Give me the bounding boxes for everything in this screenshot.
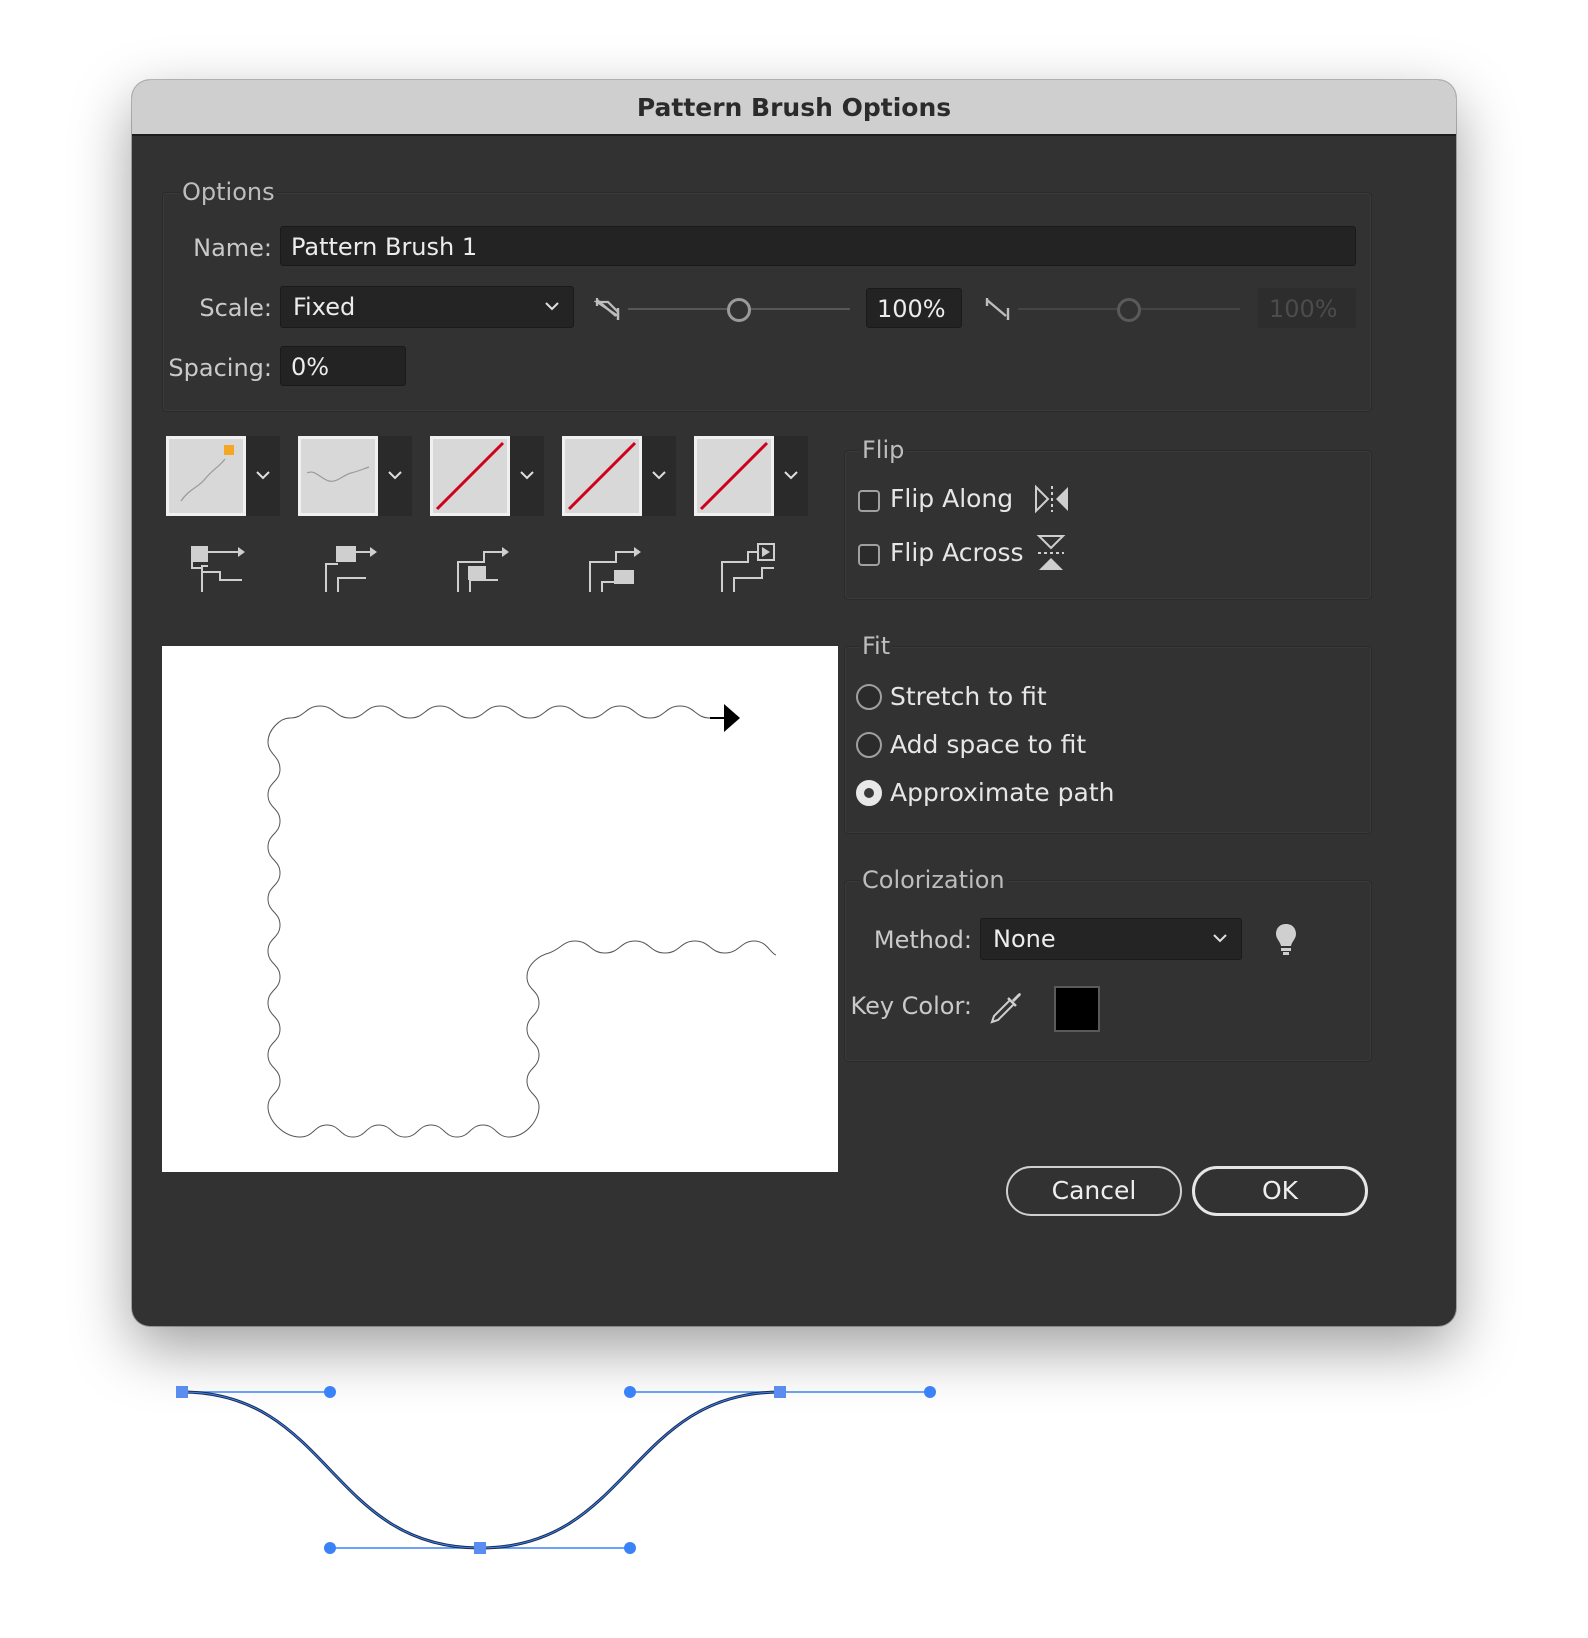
stretch-to-fit-label[interactable]: Stretch to fit: [890, 682, 1047, 711]
add-space-to-fit-label[interactable]: Add space to fit: [890, 730, 1086, 759]
scale-slider-max: [1018, 294, 1240, 324]
spacing-input[interactable]: 0%: [280, 346, 406, 386]
flip-across-checkbox[interactable]: [858, 544, 880, 566]
outer-corner-tile-swatch: [298, 436, 378, 516]
tips-lightbulb-icon[interactable]: [1274, 922, 1298, 956]
flip-along-label[interactable]: Flip Along: [890, 484, 1013, 513]
inner-corner-tile-swatch: [430, 436, 510, 516]
anchor-point[interactable]: [774, 1386, 786, 1398]
outer-corner-tile[interactable]: [298, 436, 412, 516]
control-handle[interactable]: [324, 1386, 336, 1398]
scale-percent-max-input: 100%: [1258, 288, 1356, 328]
name-input[interactable]: Pattern Brush 1: [280, 226, 1356, 266]
side-tile[interactable]: [166, 436, 280, 516]
chevron-down-icon: [652, 471, 666, 480]
flip-group: [844, 450, 1372, 600]
end-tile-icon: [721, 543, 775, 592]
method-select[interactable]: None: [980, 918, 1242, 960]
start-tile[interactable]: [562, 436, 676, 516]
end-tile-swatch: [694, 436, 774, 516]
method-select-value: None: [993, 925, 1056, 953]
wavy-path-preview: [267, 704, 777, 1138]
approximate-path-label[interactable]: Approximate path: [890, 778, 1114, 807]
chevron-down-icon: [520, 471, 534, 480]
title-bar[interactable]: Pattern Brush Options: [132, 80, 1456, 136]
name-label: Name:: [193, 234, 272, 262]
chevron-down-icon: [784, 471, 798, 480]
scale-select-value: Fixed: [293, 293, 356, 321]
ok-button[interactable]: OK: [1192, 1166, 1368, 1216]
control-handle[interactable]: [924, 1386, 936, 1398]
eyedropper-icon[interactable]: [988, 988, 1024, 1026]
control-handle[interactable]: [624, 1386, 636, 1398]
scale-slider[interactable]: [628, 294, 850, 324]
scale-slider-max-handle: [1117, 298, 1141, 322]
stretch-to-fit-radio[interactable]: [856, 684, 882, 710]
side-tile-swatch: [166, 436, 246, 516]
chevron-down-icon: [256, 471, 270, 480]
cancel-button[interactable]: Cancel: [1006, 1166, 1182, 1216]
min-scale-icon: [594, 298, 620, 320]
pattern-brush-options-dialog: Pattern Brush Options Options Name: Patt…: [132, 80, 1456, 1326]
dialog-title: Pattern Brush Options: [636, 93, 952, 122]
start-tile-swatch: [562, 436, 642, 516]
scale-slider-handle[interactable]: [727, 298, 751, 322]
inner-corner-tile-icon: [457, 547, 509, 592]
start-tile-icon: [589, 547, 641, 592]
chevron-down-icon: [1213, 934, 1227, 943]
flip-across-icon: [1036, 535, 1066, 570]
bezier-curve: [181, 1390, 781, 1550]
outer-corner-tile-icon: [325, 546, 377, 592]
scale-percent-input[interactable]: 100%: [866, 288, 962, 328]
flip-along-icon: [1035, 484, 1068, 514]
spacing-label: Spacing:: [168, 354, 272, 382]
anchor-point[interactable]: [176, 1386, 188, 1398]
control-handle[interactable]: [324, 1542, 336, 1554]
none-icon: [567, 441, 637, 511]
key-color-swatch[interactable]: [1054, 986, 1100, 1032]
inner-corner-tile[interactable]: [430, 436, 544, 516]
none-icon: [699, 441, 769, 511]
max-scale-icon: [985, 298, 1010, 320]
flip-group-label: Flip: [860, 436, 907, 464]
pattern-preview-icon: [306, 466, 370, 482]
chevron-down-icon: [545, 302, 559, 311]
pattern-preview-icon: [180, 445, 234, 502]
scale-label: Scale:: [199, 294, 272, 322]
brush-preview-canvas: [162, 646, 838, 1172]
flip-across-label[interactable]: Flip Across: [890, 538, 1024, 567]
control-handle[interactable]: [624, 1542, 636, 1554]
side-tile-icon: [191, 546, 245, 592]
key-color-label: Key Color:: [850, 992, 972, 1020]
approximate-path-radio[interactable]: [856, 780, 882, 806]
options-group-label: Options: [180, 178, 277, 206]
anchor-point[interactable]: [474, 1542, 486, 1554]
fit-group-label: Fit: [860, 632, 893, 660]
end-tile[interactable]: [694, 436, 808, 516]
none-icon: [435, 441, 505, 511]
pattern-tile-path: [176, 1386, 936, 1554]
add-space-to-fit-radio[interactable]: [856, 732, 882, 758]
method-label: Method:: [873, 926, 972, 954]
scale-select[interactable]: Fixed: [280, 286, 574, 328]
chevron-down-icon: [388, 471, 402, 480]
flip-along-checkbox[interactable]: [858, 490, 880, 512]
colorization-group-label: Colorization: [860, 866, 1007, 894]
colorization-group: [844, 880, 1372, 1062]
